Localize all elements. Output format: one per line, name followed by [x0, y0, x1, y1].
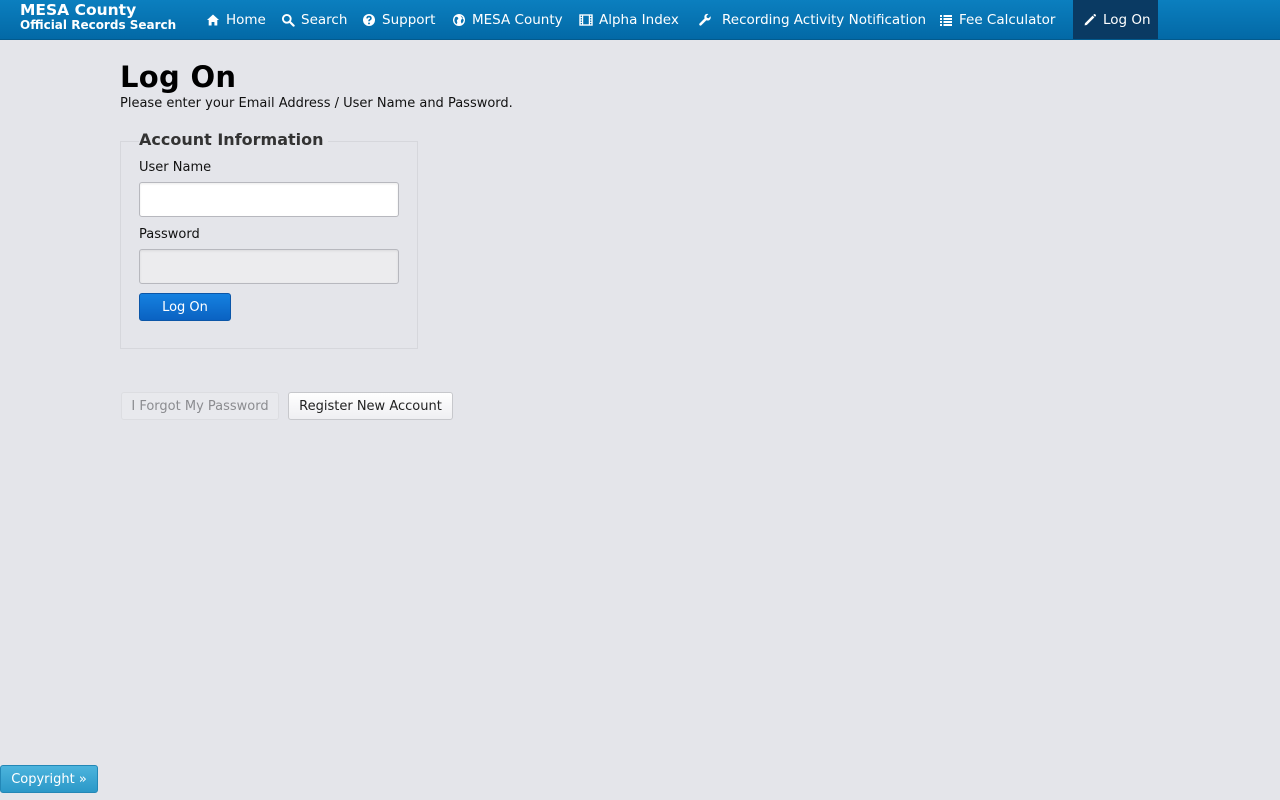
nav-log-on-label: Log On — [1103, 11, 1151, 28]
list-icon — [939, 13, 953, 27]
nav-search-label: Search — [301, 11, 348, 28]
globe-icon — [452, 13, 466, 27]
nav-mesa-county[interactable]: MESA County — [452, 0, 563, 39]
film-icon — [579, 13, 593, 27]
brand-subtitle: Official Records Search — [20, 17, 177, 32]
question-circle-icon — [362, 13, 376, 27]
nav-home[interactable]: Home — [206, 0, 266, 39]
wrench-icon — [698, 13, 712, 27]
password-input[interactable] — [139, 249, 399, 284]
nav-alpha-index[interactable]: Alpha Index — [579, 0, 679, 39]
nav-fee-calculator-label: Fee Calculator — [959, 11, 1056, 28]
username-label: User Name — [139, 160, 212, 175]
search-icon — [281, 13, 295, 27]
nav-home-label: Home — [226, 11, 266, 28]
register-new-account-button[interactable]: Register New Account — [288, 392, 453, 420]
forgot-password-button[interactable]: I Forgot My Password — [121, 392, 279, 420]
account-information-legend: Account Information — [139, 130, 328, 149]
nav-mesa-county-label: MESA County — [472, 11, 563, 28]
username-input[interactable] — [139, 182, 399, 217]
nav-support-label: Support — [382, 11, 436, 28]
nav-alpha-index-label: Alpha Index — [599, 11, 679, 28]
nav-search[interactable]: Search — [281, 0, 347, 39]
page-title: Log On — [120, 60, 237, 94]
top-navbar: MESA County Official Records Search Home… — [0, 0, 1280, 40]
copyright-button[interactable]: Copyright » — [0, 765, 98, 793]
nav-recording-activity-notification-label: Recording Activity Notification — [722, 11, 927, 28]
nav-recording-activity-notification[interactable]: Recording Activity Notification — [698, 0, 926, 39]
pencil-icon — [1083, 13, 1097, 27]
password-label: Password — [139, 227, 200, 242]
brand-title: MESA County — [20, 1, 137, 19]
nav-support[interactable]: Support — [362, 0, 435, 39]
log-on-button[interactable]: Log On — [139, 293, 231, 321]
brand-logo-link[interactable]: MESA County Official Records Search — [20, 1, 177, 32]
home-icon — [206, 13, 220, 27]
nav-fee-calculator[interactable]: Fee Calculator — [939, 0, 1055, 39]
nav-log-on[interactable]: Log On — [1073, 0, 1158, 39]
login-instructions: Please enter your Email Address / User N… — [120, 96, 513, 111]
